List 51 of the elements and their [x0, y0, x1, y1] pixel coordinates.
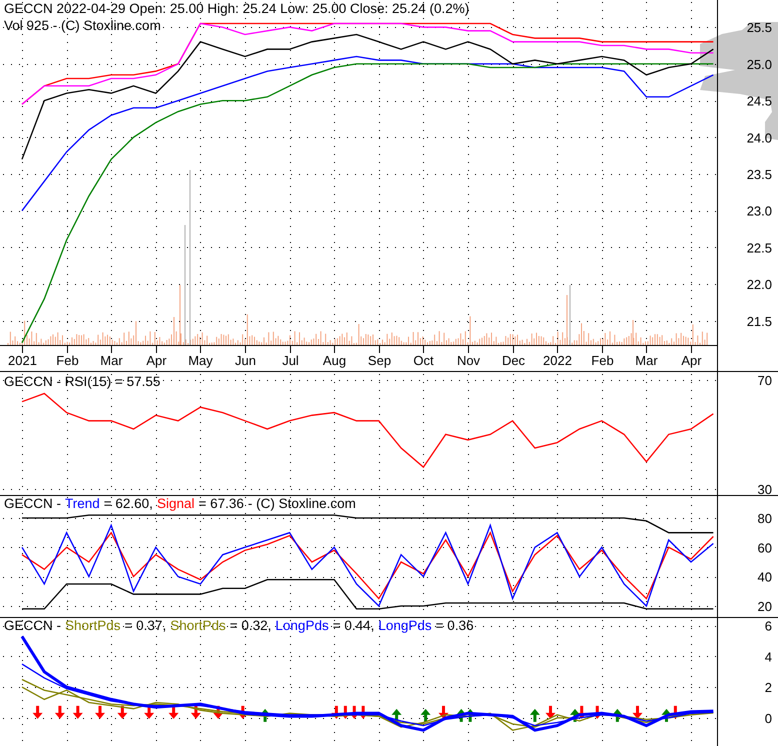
quote-summary: GECCN 2022-04-29 Open: 25.00 High: 25.24 Low: 25.00 Close: 25.24 (0.2%) [4, 0, 470, 17]
legend-value: = 0.37, [124, 617, 166, 634]
axis-label: 24.5 [746, 94, 772, 109]
axis-label: 60 [758, 540, 772, 556]
axis-label: 30 [758, 482, 772, 495]
legend-label: LongPds [378, 617, 432, 634]
legend-value: = 0.36 [436, 617, 474, 634]
axis-label: Mar [100, 353, 123, 368]
axis-label: 4 [764, 649, 772, 664]
symbol-label: GECCN - [4, 495, 61, 512]
legend-label: Trend [65, 495, 100, 512]
legend-value: = 0.44, [332, 617, 374, 634]
axis-label: Jul [282, 353, 299, 368]
chart-title: GECCN - RSI(15) = 57.55 [4, 373, 160, 390]
axis-label: 24.0 [746, 130, 772, 146]
axis-label: 2021 [8, 353, 37, 368]
legend-label: ShortPds [170, 617, 226, 634]
axis-label: Nov [456, 353, 480, 368]
axis-label: 40 [758, 570, 772, 585]
axis-label: Sep [368, 353, 392, 368]
axis-label: 6 [764, 618, 772, 634]
legend-label: Signal [156, 495, 194, 512]
axis-label: 2022 [543, 353, 572, 368]
axis-label: 70 [758, 372, 772, 388]
volume-text: Vol 925 - (C) Stoxline.com [4, 17, 162, 34]
legend-label: LongPds [275, 617, 329, 634]
axis-label: 23.5 [746, 166, 772, 182]
axis-label: 22.0 [746, 277, 772, 292]
copyright-text: - (C) Stoxline.com [248, 495, 356, 512]
axis-label: Aug [322, 353, 346, 368]
axis-label: Apr [146, 353, 167, 368]
axis-label: 2 [764, 680, 772, 696]
axis-label: Jun [235, 353, 256, 368]
axis-label: Feb [56, 353, 79, 368]
axis-label: 22.5 [746, 240, 772, 256]
axis-label: 0 [764, 710, 772, 726]
axis-label: Apr [681, 353, 702, 368]
legend-value: = 62.60, [104, 495, 153, 512]
axis-label: 23.0 [746, 204, 772, 219]
axis-label: May [188, 353, 213, 368]
axis-label: 25.5 [746, 20, 772, 36]
axis-label: 80 [758, 511, 772, 526]
axis-label: Mar [635, 353, 658, 368]
axis-label: Dec [502, 353, 526, 368]
axis-label: Oct [413, 353, 434, 368]
axis-label: 20 [758, 598, 772, 614]
axis-label: 21.5 [746, 314, 772, 329]
axis-label: 25.0 [746, 56, 772, 72]
legend-label: ShortPds [65, 617, 121, 634]
axis-label: Feb [591, 353, 614, 368]
legend-value: = 0.32, [230, 617, 272, 634]
